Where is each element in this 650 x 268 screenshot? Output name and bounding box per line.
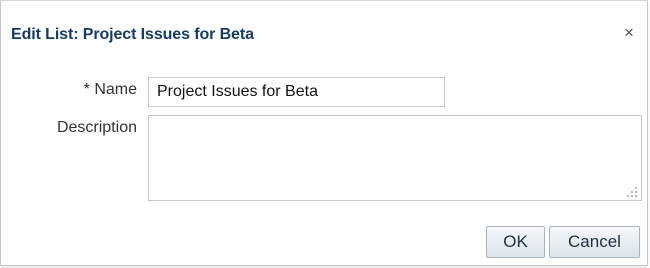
close-icon[interactable]: × xyxy=(620,23,638,43)
ok-button[interactable]: OK xyxy=(486,226,545,258)
description-textarea[interactable] xyxy=(148,115,642,201)
edit-list-dialog: Edit List: Project Issues for Beta × * N… xyxy=(0,0,648,266)
description-label: Description xyxy=(56,119,137,136)
required-marker: * xyxy=(83,81,90,98)
dialog-title: Edit List: Project Issues for Beta xyxy=(11,26,254,43)
name-input[interactable] xyxy=(148,77,445,107)
name-label-text: Name xyxy=(94,81,137,98)
resize-grip-icon[interactable] xyxy=(627,187,637,197)
cancel-button[interactable]: Cancel xyxy=(549,226,640,258)
name-label: * Name xyxy=(84,81,137,99)
